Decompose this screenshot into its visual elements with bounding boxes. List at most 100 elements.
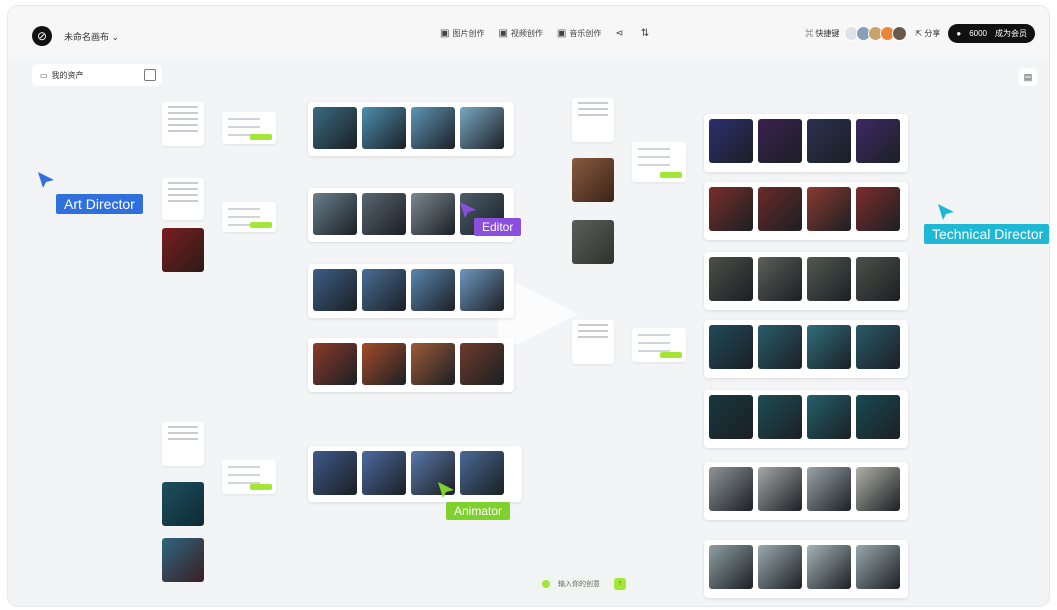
image-node[interactable]	[572, 220, 614, 264]
image-thumbnail[interactable]	[758, 325, 802, 369]
image-thumbnail[interactable]	[411, 193, 455, 235]
generate-node[interactable]	[222, 202, 276, 232]
image-thumbnail[interactable]	[460, 451, 504, 495]
send-icon[interactable]: ↑	[614, 578, 626, 590]
image-thumbnail[interactable]	[313, 107, 357, 149]
image-thumbnail[interactable]	[856, 395, 900, 439]
image-thumbnail[interactable]	[758, 187, 802, 231]
image-grid[interactable]	[704, 252, 908, 310]
generate-node[interactable]	[632, 142, 686, 182]
connect-button[interactable]: ⋖	[615, 28, 626, 39]
generate-button[interactable]	[250, 484, 272, 490]
image-grid[interactable]	[704, 462, 908, 520]
generate-node[interactable]	[632, 328, 686, 362]
generate-node[interactable]	[222, 460, 276, 494]
upgrade-button[interactable]: 成为会员	[995, 28, 1027, 39]
image-thumbnail[interactable]	[709, 467, 753, 511]
image-thumbnail[interactable]	[856, 545, 900, 589]
image-thumbnail[interactable]	[411, 269, 455, 311]
image-thumbnail[interactable]	[758, 119, 802, 163]
image-thumbnail[interactable]	[807, 257, 851, 301]
image-thumbnail[interactable]	[709, 187, 753, 231]
image-thumbnail[interactable]	[807, 119, 851, 163]
assets-panel[interactable]: ▭ 我的资产	[32, 64, 162, 86]
image-thumbnail[interactable]	[807, 325, 851, 369]
image-thumbnail[interactable]	[758, 257, 802, 301]
image-thumbnail[interactable]	[709, 119, 753, 163]
prompt-node[interactable]	[162, 178, 204, 220]
image-thumbnail[interactable]	[362, 107, 406, 149]
assets-label: 我的资产	[51, 70, 84, 80]
collaborator-avatars[interactable]	[844, 26, 908, 41]
image-node[interactable]	[162, 538, 204, 582]
prompt-node[interactable]	[572, 98, 614, 142]
image-node[interactable]	[162, 482, 204, 526]
image-thumbnail[interactable]	[460, 269, 504, 311]
project-name-dropdown[interactable]: 未命名画布 ⌄	[64, 30, 119, 43]
image-grid[interactable]	[704, 182, 908, 240]
panel-toggle-button[interactable]: ▤	[1019, 68, 1037, 86]
credits-pill[interactable]: ● 6000 成为会员	[948, 24, 1035, 43]
shortcut-label: 快捷键	[815, 29, 840, 38]
editor-tag: Editor	[474, 218, 522, 236]
project-name: 未命名画布	[64, 32, 110, 42]
image-grid[interactable]	[704, 320, 908, 378]
image-grid[interactable]	[308, 338, 514, 392]
music-create-button[interactable]: ▣ 音乐创作	[557, 28, 601, 39]
video-create-button[interactable]: ▣ 视频创作	[498, 28, 542, 39]
generate-button[interactable]	[660, 352, 682, 358]
image-thumbnail[interactable]	[313, 269, 357, 311]
image-thumbnail[interactable]	[362, 343, 406, 385]
adjust-button[interactable]: ⇅	[641, 28, 652, 39]
image-grid[interactable]	[308, 446, 522, 502]
image-grid[interactable]	[308, 102, 514, 156]
prompt-input-bar[interactable]: 输入你的创意 ↑	[534, 573, 634, 595]
image-thumbnail[interactable]	[709, 545, 753, 589]
image-thumbnail[interactable]	[856, 119, 900, 163]
image-thumbnail[interactable]	[709, 395, 753, 439]
image-node[interactable]	[572, 158, 614, 202]
image-thumbnail[interactable]	[807, 395, 851, 439]
image-grid[interactable]	[704, 390, 908, 448]
image-thumbnail[interactable]	[856, 187, 900, 231]
image-thumbnail[interactable]	[758, 545, 802, 589]
image-thumbnail[interactable]	[313, 343, 357, 385]
image-thumbnail[interactable]	[709, 257, 753, 301]
image-grid[interactable]	[704, 540, 908, 598]
shortcut-button[interactable]: ⌘ 快捷键	[805, 28, 839, 39]
image-thumbnail[interactable]	[856, 325, 900, 369]
image-thumbnail[interactable]	[362, 193, 406, 235]
prompt-node[interactable]	[162, 422, 204, 466]
app-logo-icon[interactable]: ⊘	[32, 26, 52, 46]
image-thumbnail[interactable]	[758, 395, 802, 439]
generate-button[interactable]	[250, 134, 272, 140]
image-thumbnail[interactable]	[411, 107, 455, 149]
share-button[interactable]: ⇱ 分享	[915, 28, 940, 39]
image-thumbnail[interactable]	[362, 269, 406, 311]
image-thumbnail[interactable]	[313, 193, 357, 235]
generate-button[interactable]	[250, 222, 272, 228]
image-thumbnail[interactable]	[709, 325, 753, 369]
prompt-node[interactable]	[572, 320, 614, 364]
image-thumbnail[interactable]	[411, 343, 455, 385]
image-thumbnail[interactable]	[807, 467, 851, 511]
image-thumbnail[interactable]	[460, 107, 504, 149]
image-grid[interactable]	[308, 264, 514, 318]
image-thumbnail[interactable]	[460, 343, 504, 385]
prompt-node[interactable]	[162, 102, 204, 146]
image-thumbnail[interactable]	[807, 187, 851, 231]
sliders-icon: ⇅	[640, 28, 650, 39]
generate-button[interactable]	[660, 172, 682, 178]
image-grid[interactable]	[704, 114, 908, 172]
image-thumbnail[interactable]	[313, 451, 357, 495]
generate-node[interactable]	[222, 112, 276, 144]
collapse-icon[interactable]	[144, 69, 156, 81]
image-thumbnail[interactable]	[856, 467, 900, 511]
add-icon[interactable]	[542, 580, 550, 588]
image-thumbnail[interactable]	[807, 545, 851, 589]
image-thumbnail[interactable]	[362, 451, 406, 495]
image-thumbnail[interactable]	[758, 467, 802, 511]
image-node[interactable]	[162, 228, 204, 272]
image-create-button[interactable]: ▣ 图片创作	[440, 28, 484, 39]
image-thumbnail[interactable]	[856, 257, 900, 301]
